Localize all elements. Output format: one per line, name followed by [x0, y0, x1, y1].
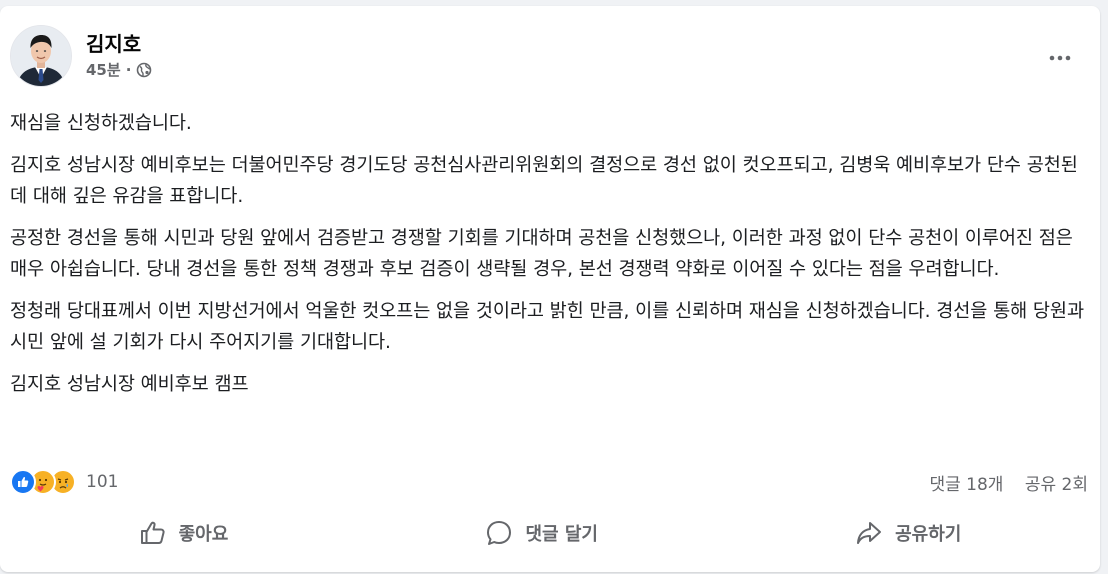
action-bar: 좋아요 댓글 달기 공유하기 [10, 511, 1090, 555]
author-block: 김지호 45분 · [86, 31, 152, 81]
post-paragraph: 공정한 경선을 통해 시민과 당원 앞에서 검증받고 경쟁할 기회를 기대하며 … [10, 227, 1073, 281]
post-paragraph: 김지호 성남시장 예비후보 캠프 [10, 373, 249, 395]
post-card: 김지호 45분 · 재심을 신청하겠습니다. 김지호 성남시장 예비후보는 더불… [0, 6, 1100, 572]
author-name[interactable]: 김지호 [86, 31, 152, 57]
post-text: 재심을 신청하겠습니다. 김지호 성남시장 예비후보는 더불어민주당 경기도당 … [10, 108, 1085, 410]
engagement-counts: 댓글 18개 공유 2회 [913, 470, 1088, 495]
reactions-summary[interactable]: 101 [10, 469, 118, 495]
share-button[interactable]: 공유하기 [825, 514, 991, 552]
profile-photo [11, 26, 71, 86]
post-time[interactable]: 45분 [86, 59, 121, 81]
share-icon [857, 522, 882, 544]
share-label: 공유하기 [895, 524, 962, 545]
post-header: 김지호 45분 · [10, 25, 152, 87]
more-options-icon [1049, 55, 1071, 61]
like-label: 좋아요 [178, 524, 229, 545]
like-button[interactable]: 좋아요 [109, 514, 259, 552]
like-icon [10, 469, 36, 495]
more-options-button[interactable] [1042, 40, 1078, 76]
post-paragraph: 재심을 신청하겠습니다. [10, 113, 192, 134]
comment-icon [487, 521, 512, 545]
thumbs-up-icon [140, 521, 165, 544]
share-count[interactable]: 공유 2회 [1025, 475, 1088, 495]
post-paragraph: 정청래 당대표께서 이번 지방선거에서 억울한 컷오프는 없을 것이라고 밝힌 … [10, 300, 1084, 354]
comment-count[interactable]: 댓글 18개 [929, 475, 1003, 495]
comment-button[interactable]: 댓글 달기 [455, 513, 628, 553]
post-stats: 101 댓글 18개 공유 2회 [10, 468, 1088, 496]
post-meta: 45분 · [86, 59, 152, 81]
meta-separator: · [125, 61, 132, 79]
comment-label: 댓글 달기 [525, 524, 598, 545]
post-paragraph: 김지호 성남시장 예비후보는 더불어민주당 경기도당 공천심사관리위원회의 결정… [10, 154, 1078, 208]
globe-icon [136, 62, 152, 78]
avatar[interactable] [10, 25, 72, 87]
reaction-count: 101 [86, 472, 119, 492]
